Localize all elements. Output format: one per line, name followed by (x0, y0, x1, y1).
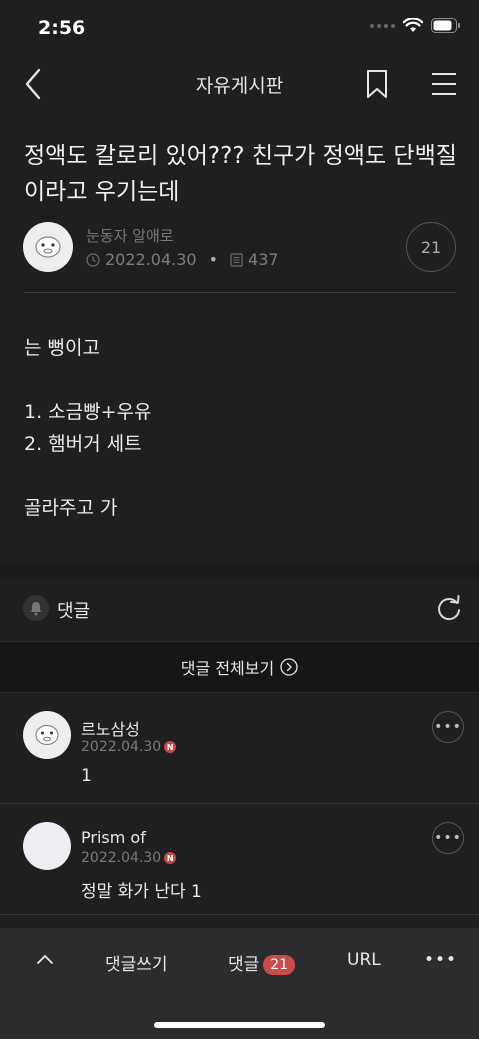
refresh-icon[interactable] (435, 595, 463, 623)
commenter-avatar[interactable] (23, 822, 71, 870)
comments-count-badge: 21 (263, 955, 296, 975)
view-all-comments-button[interactable]: 댓글 전체보기 (0, 641, 479, 693)
status-time: 2:56 (38, 17, 86, 39)
chevron-right-circle-icon (280, 658, 298, 676)
post-body-line: 1. 소금빵+우유 (24, 401, 152, 423)
comment-date-text: 2022.04.30 (81, 850, 162, 866)
clock-icon (86, 252, 100, 267)
comment-count-badge[interactable]: 21 (406, 222, 456, 272)
meta-separator: • (208, 250, 219, 269)
comment-date: 2022.04.30 N (81, 850, 177, 866)
scroll-top-chevron-icon[interactable] (36, 953, 54, 965)
bell-icon[interactable] (23, 595, 49, 621)
post-meta: 2022.04.30 • 437 (86, 250, 279, 269)
post-title: 정액도 칼로리 있어??? 친구가 정액도 단백질이라고 우기는데 (24, 143, 457, 205)
new-badge: N (164, 741, 177, 753)
author-name[interactable]: 눈동자 알애로 (86, 225, 174, 246)
comments-button[interactable]: 댓글 21 (228, 950, 296, 975)
comment-date: 2022.04.30 N (81, 739, 177, 755)
author-avatar[interactable] (23, 222, 73, 272)
wifi-icon (403, 18, 423, 32)
comment-text: 1 (81, 766, 92, 786)
home-indicator (154, 1022, 325, 1028)
write-comment-button[interactable]: 댓글쓰기 (105, 950, 168, 975)
comment-more-button[interactable]: ••• (432, 822, 464, 854)
url-button[interactable]: URL (347, 950, 381, 970)
commenter-avatar[interactable] (23, 711, 71, 759)
bookmark-icon[interactable] (365, 69, 389, 99)
battery-icon (431, 18, 460, 33)
new-badge: N (164, 852, 177, 864)
post-body-line: 골라주고 가 (24, 497, 118, 519)
signal-icon (370, 23, 395, 28)
view-all-label: 댓글 전체보기 (180, 659, 275, 678)
hamburger-menu-icon[interactable] (431, 71, 457, 97)
comments-label: 댓글 (57, 601, 91, 622)
post-date: 2022.04.30 (105, 250, 197, 269)
post-body-line: 는 뻥이고 (24, 337, 100, 359)
views-icon (230, 252, 243, 267)
status-icons (370, 18, 461, 33)
comment-more-button[interactable]: ••• (432, 711, 464, 743)
board-title: 자유게시판 (195, 75, 284, 97)
post-views: 437 (248, 250, 279, 269)
comments-button-label: 댓글 (228, 955, 260, 975)
commenter-name[interactable]: Prism of (81, 828, 146, 847)
comment-separator (0, 914, 479, 915)
section-gap (0, 563, 479, 579)
comment-separator (0, 803, 479, 804)
commenter-name[interactable]: 르노삼성 (81, 716, 140, 740)
comment-date-text: 2022.04.30 (81, 739, 162, 755)
title-divider (24, 292, 456, 293)
post-body-line: 2. 햄버거 세트 (24, 433, 142, 455)
comment-text: 정말 화가 난다 1 (81, 882, 202, 902)
more-options-button[interactable]: ••• (424, 950, 457, 970)
